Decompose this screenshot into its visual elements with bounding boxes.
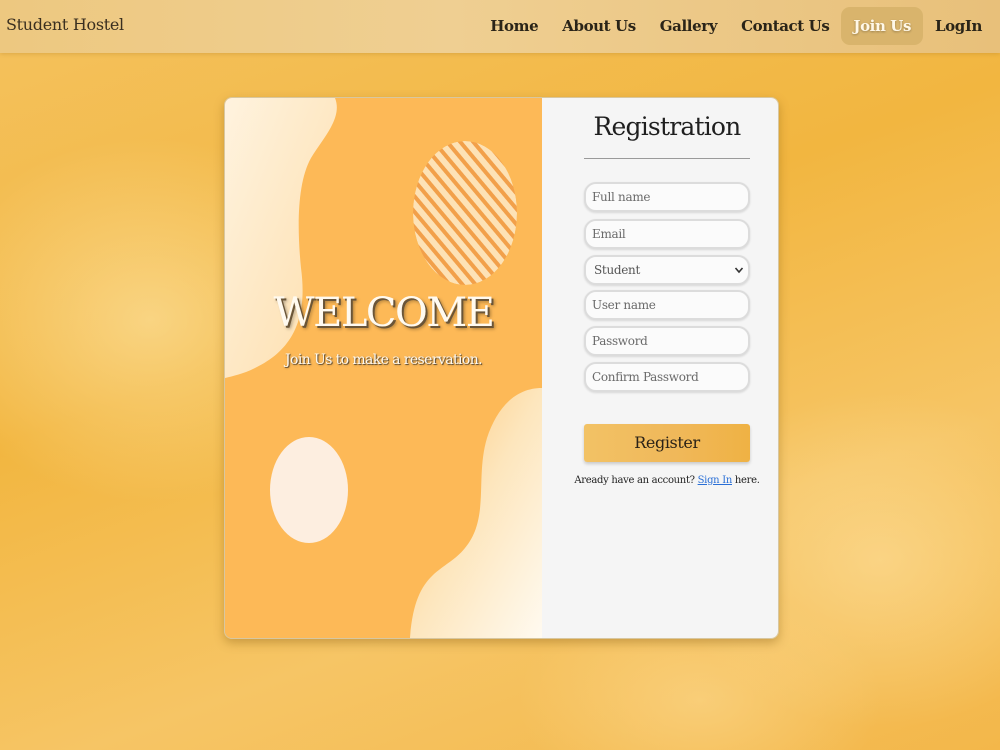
form-title: Registration [593, 112, 742, 141]
signin-suffix: here. [734, 475, 760, 486]
signin-link[interactable]: Sign In [698, 475, 733, 486]
nav-about-link[interactable]: About Us [550, 7, 648, 45]
top-navbar: Student Hostel Home About Us Gallery Con… [0, 0, 1000, 53]
role-select[interactable]: Student [584, 255, 750, 285]
welcome-title: WELCOME [273, 290, 495, 336]
decorative-blobs [225, 98, 542, 638]
role-select-value: Student [594, 263, 641, 277]
bottom-circle [270, 437, 348, 543]
site-brand[interactable]: Student Hostel [6, 15, 124, 34]
nav-links: Home About Us Gallery Contact Us Join Us… [478, 7, 994, 45]
full-name-input[interactable] [584, 182, 750, 212]
email-input[interactable] [584, 219, 750, 249]
username-input[interactable] [584, 290, 750, 320]
registration-form: Registration Student Register Aready hav… [542, 98, 778, 638]
nav-home-link[interactable]: Home [478, 7, 550, 45]
signin-prompt: Aready have an account? Sign In here. [542, 475, 778, 486]
chevron-down-icon [734, 267, 744, 274]
nav-contact-link[interactable]: Contact Us [729, 7, 841, 45]
title-divider [584, 158, 750, 159]
password-input[interactable] [584, 326, 750, 356]
nav-gallery-link[interactable]: Gallery [648, 7, 729, 45]
welcome-panel: WELCOME Join Us to make a reservation. [225, 98, 542, 638]
registration-card: WELCOME Join Us to make a reservation. R… [224, 97, 779, 639]
nav-login-link[interactable]: LogIn [923, 7, 994, 45]
nav-join-link[interactable]: Join Us [841, 7, 924, 45]
striped-circle [413, 141, 517, 285]
signin-prefix: Aready have an account? [574, 475, 695, 486]
top-left-blob [225, 98, 337, 378]
welcome-subtitle: Join Us to make a reservation. [285, 352, 483, 368]
bottom-right-blob [410, 388, 542, 638]
confirm-password-input[interactable] [584, 362, 750, 392]
register-button[interactable]: Register [584, 424, 750, 462]
